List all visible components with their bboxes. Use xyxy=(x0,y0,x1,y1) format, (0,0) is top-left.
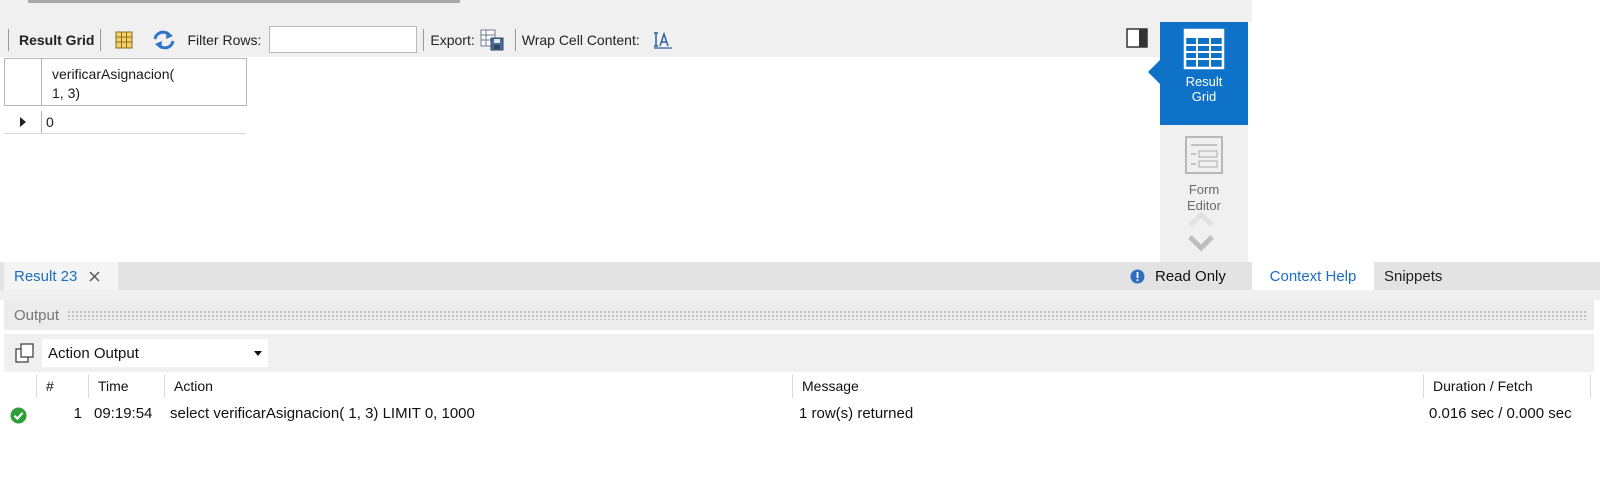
current-row-arrow-icon xyxy=(19,117,26,127)
success-check-icon xyxy=(10,407,27,424)
result-grid-label: Result Grid xyxy=(19,31,95,48)
form-editor-view-button[interactable]: Form Editor xyxy=(1160,128,1248,218)
toggle-side-panel-icon[interactable] xyxy=(1126,28,1148,48)
column-divider[interactable] xyxy=(792,374,793,398)
output-row-action[interactable]: select verificarAsignacion( 1, 3) LIMIT … xyxy=(170,402,475,426)
toolbar-separator xyxy=(514,28,516,51)
column-header-duration[interactable]: Duration / Fetch xyxy=(1425,374,1590,398)
column-divider[interactable] xyxy=(88,374,89,398)
result-grid-view-label: Result Grid xyxy=(1185,74,1223,104)
column-header-time[interactable]: Time xyxy=(90,374,164,398)
refresh-icon[interactable] xyxy=(151,27,177,53)
export-icon[interactable] xyxy=(479,27,505,53)
column-header-action[interactable]: Action xyxy=(166,374,790,398)
copy-icon[interactable] xyxy=(14,342,36,364)
toolbar-separator xyxy=(100,28,102,51)
column-header-message[interactable]: Message xyxy=(794,374,1422,398)
scroll-down-chevron-icon[interactable] xyxy=(1186,232,1216,254)
output-drag-handle[interactable] xyxy=(67,310,1588,320)
output-type-selected: Action Output xyxy=(48,344,139,362)
output-toolbar: Action Output xyxy=(4,334,1594,372)
read-only-indicator: Read Only xyxy=(1130,262,1252,290)
filter-rows-label: Filter Rows: xyxy=(187,31,262,48)
horizontal-scrollbar-thumb[interactable] xyxy=(28,0,460,3)
column-divider[interactable] xyxy=(36,374,37,398)
grid-corner-header[interactable] xyxy=(4,58,42,106)
grid-cell[interactable]: 0 xyxy=(46,111,246,133)
tab-result-23[interactable]: Result 23 xyxy=(4,262,118,290)
wrap-cell-content-icon[interactable] xyxy=(650,27,676,53)
result-grid-icon xyxy=(1183,28,1225,70)
scroll-up-chevron-icon[interactable] xyxy=(1186,210,1216,228)
output-title: Output xyxy=(14,306,60,324)
tab-result-label: Result 23 xyxy=(14,267,78,285)
column-divider[interactable] xyxy=(164,374,165,398)
column-layout-icon[interactable] xyxy=(111,27,137,53)
grid-row-indicator[interactable] xyxy=(4,111,42,133)
info-icon xyxy=(1130,269,1145,283)
context-help-pane xyxy=(1252,0,1600,262)
grid-column-header[interactable]: verificarAsignacion( 1, 3) xyxy=(41,58,247,106)
result-grid-view-button[interactable]: Result Grid xyxy=(1148,22,1248,125)
tab-context-help[interactable]: Context Help xyxy=(1252,262,1374,290)
result-toolbar: Result Grid Filter Rows: Export: Wrap Ce… xyxy=(0,22,1160,57)
column-divider[interactable] xyxy=(1423,374,1424,398)
top-scrollbar-strip xyxy=(0,0,1252,22)
output-row-duration[interactable]: 0.016 sec / 0.000 sec xyxy=(1429,402,1572,426)
tab-snippets[interactable]: Snippets xyxy=(1374,262,1464,290)
form-editor-icon xyxy=(1185,136,1223,174)
chevron-down-icon xyxy=(254,350,262,356)
toolbar-separator xyxy=(8,28,9,51)
column-header-number[interactable]: # xyxy=(38,374,88,398)
result-tab-bar xyxy=(0,262,1252,290)
read-only-label: Read Only xyxy=(1155,267,1226,285)
output-panel-header: Output xyxy=(4,300,1594,330)
filter-rows-input[interactable] xyxy=(269,26,418,53)
grid-row-divider xyxy=(4,133,246,134)
output-row-time[interactable]: 09:19:54 xyxy=(94,402,152,426)
output-row-message[interactable]: 1 row(s) returned xyxy=(799,402,913,426)
output-type-select[interactable]: Action Output xyxy=(42,339,268,367)
panel-splitter[interactable] xyxy=(0,290,1600,300)
column-divider[interactable] xyxy=(1590,374,1591,398)
output-row-number[interactable]: 1 xyxy=(60,402,82,426)
close-icon[interactable] xyxy=(89,271,100,282)
export-label: Export: xyxy=(430,31,475,48)
wrap-cell-content-label: Wrap Cell Content: xyxy=(521,31,640,48)
toolbar-separator xyxy=(423,28,425,51)
